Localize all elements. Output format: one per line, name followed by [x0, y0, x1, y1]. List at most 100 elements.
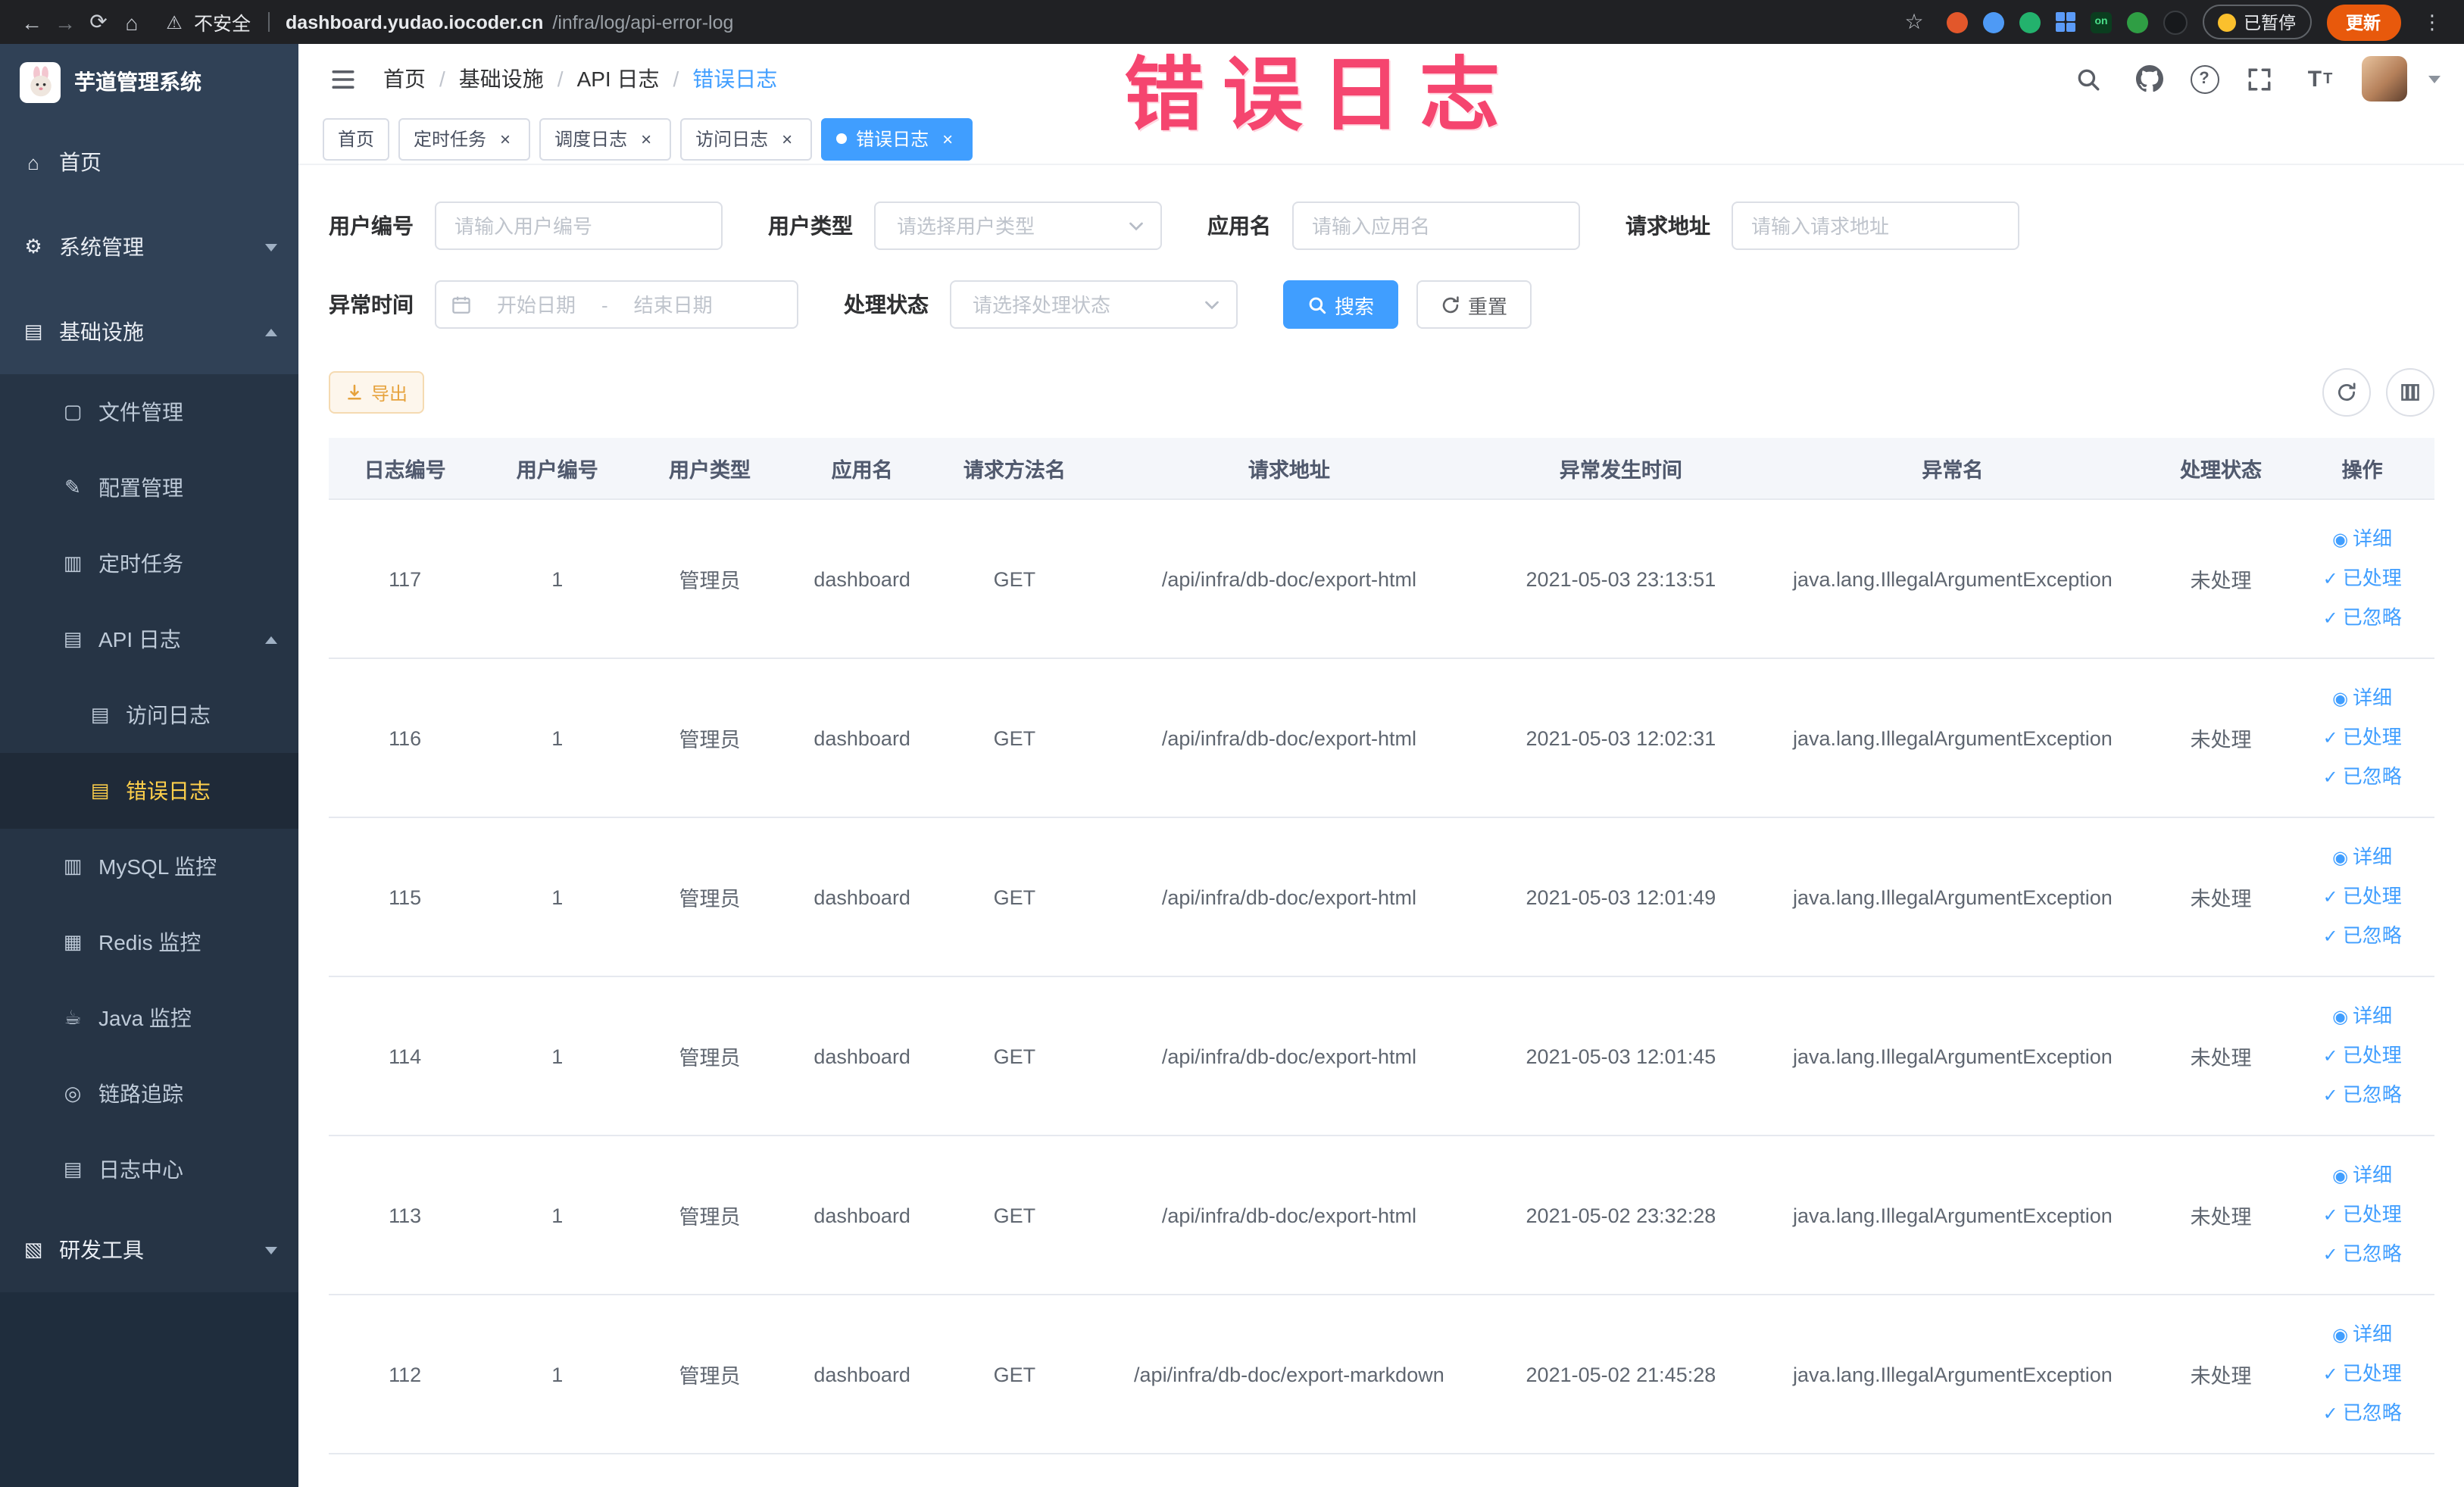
- cell-request-url: /api/infra/db-doc/export-html: [1090, 658, 1488, 818]
- browser-update-button[interactable]: 更新: [2326, 4, 2400, 40]
- extension-on-icon[interactable]: on: [2091, 11, 2112, 33]
- detail-link[interactable]: 详细: [2297, 520, 2428, 559]
- github-icon[interactable]: [2129, 59, 2169, 98]
- sidebar-item-system-management[interactable]: ⚙ 系统管理: [0, 205, 298, 289]
- cell-app-name: dashboard: [785, 976, 938, 1136]
- sidebar-item-file-management[interactable]: ▢ 文件管理: [0, 374, 298, 450]
- end-date-input[interactable]: [614, 292, 732, 317]
- browser-toolbar: 不安全 dashboard.yudao.iocoder.cn/infra/log…: [0, 0, 2464, 44]
- sidebar-item-infrastructure[interactable]: ▤ 基础设施: [0, 289, 298, 374]
- tab-error-log[interactable]: 错误日志: [821, 117, 973, 160]
- detail-link[interactable]: 详细: [2297, 997, 2428, 1036]
- mark-processed-link[interactable]: 已处理: [2297, 559, 2428, 598]
- extension-icon[interactable]: [2055, 11, 2075, 33]
- filter-exception-time: 异常时间 -: [329, 280, 798, 329]
- tab-access-log[interactable]: 访问日志: [680, 117, 813, 160]
- mark-ignored-link[interactable]: 已忽略: [2297, 1076, 2428, 1115]
- detail-link[interactable]: 详细: [2297, 1156, 2428, 1195]
- help-icon[interactable]: [2190, 64, 2219, 93]
- sidebar-item-home[interactable]: ⌂ 首页: [0, 120, 298, 205]
- url-bar[interactable]: 不安全 dashboard.yudao.iocoder.cn/infra/log…: [164, 5, 733, 39]
- refresh-table-button[interactable]: [2322, 368, 2370, 417]
- chevron-down-icon[interactable]: [2428, 75, 2440, 83]
- cell-user-type: 管理员: [633, 817, 786, 977]
- extension-icon[interactable]: [2127, 11, 2148, 33]
- request-url-input[interactable]: [1732, 201, 2019, 250]
- mark-processed-link[interactable]: 已处理: [2297, 718, 2428, 758]
- start-date-input[interactable]: [477, 292, 595, 317]
- extension-icon[interactable]: [2019, 11, 2040, 33]
- forward-icon[interactable]: [48, 5, 82, 39]
- detail-link[interactable]: 详细: [2297, 679, 2428, 718]
- reload-icon[interactable]: [82, 5, 115, 39]
- fullscreen-icon[interactable]: [2240, 59, 2279, 98]
- detail-link[interactable]: 详细: [2297, 838, 2428, 877]
- mark-ignored-link[interactable]: 已忽略: [2297, 917, 2428, 956]
- date-range-picker[interactable]: -: [435, 280, 798, 329]
- app-logo[interactable]: 芋道管理系统: [0, 44, 298, 120]
- sidebar-item-access-log[interactable]: ▤ 访问日志: [0, 677, 298, 753]
- mark-ignored-link[interactable]: 已忽略: [2297, 598, 2428, 638]
- user-id-input[interactable]: [435, 201, 723, 250]
- mark-processed-link[interactable]: 已处理: [2297, 877, 2428, 917]
- close-icon[interactable]: [495, 129, 515, 148]
- extension-icon[interactable]: [2163, 10, 2188, 34]
- sidebar-item-error-log[interactable]: ▤ 错误日志: [0, 753, 298, 829]
- collapse-sidebar-icon[interactable]: [323, 59, 362, 98]
- process-status-select[interactable]: [950, 280, 1238, 329]
- sidebar-item-scheduled-tasks[interactable]: ▥ 定时任务: [0, 526, 298, 601]
- sidebar-item-mysql-monitor[interactable]: ▥ MySQL 监控: [0, 829, 298, 904]
- table-row: 113 1 管理员 dashboard GET /api/infra/db-do…: [329, 1136, 2434, 1295]
- tab-home[interactable]: 首页: [323, 117, 390, 160]
- user-type-select-input[interactable]: [894, 213, 1127, 239]
- sidebar-item-dev-tools[interactable]: ▧ 研发工具: [0, 1207, 298, 1292]
- sidebar-item-config-management[interactable]: ✎ 配置管理: [0, 450, 298, 526]
- error-log-table: 日志编号 用户编号 用户类型 应用名 请求方法名 请求地址 异常发生时间 异常名…: [329, 438, 2434, 1454]
- detail-link[interactable]: 详细: [2297, 1315, 2428, 1354]
- mark-ignored-link[interactable]: 已忽略: [2297, 1235, 2428, 1274]
- filter-row-2: 异常时间 - 处理状态: [329, 280, 2434, 329]
- user-type-select[interactable]: [874, 201, 1162, 250]
- column-settings-button[interactable]: [2385, 368, 2434, 417]
- reset-button[interactable]: 重置: [1416, 280, 1532, 329]
- mark-ignored-link[interactable]: 已忽略: [2297, 758, 2428, 797]
- tab-dispatch-log[interactable]: 调度日志: [539, 117, 672, 160]
- avatar[interactable]: [2361, 56, 2406, 102]
- search-icon[interactable]: [2069, 59, 2108, 98]
- breadcrumb-item[interactable]: API 日志: [544, 64, 660, 94]
- sidebar-item-redis-monitor[interactable]: ▦ Redis 监控: [0, 904, 298, 980]
- process-status-select-input[interactable]: [970, 292, 1203, 317]
- extension-icon[interactable]: [1982, 11, 2003, 33]
- cell-app-name: dashboard: [785, 1136, 938, 1295]
- breadcrumb-item[interactable]: 首页: [383, 64, 426, 94]
- sidebar-item-java-monitor[interactable]: ☕ Java 监控: [0, 980, 298, 1056]
- back-icon[interactable]: [15, 5, 48, 39]
- sidebar-item-log-center[interactable]: ▤ 日志中心: [0, 1132, 298, 1207]
- tab-scheduled-tasks[interactable]: 定时任务: [398, 117, 531, 160]
- sidebar-item-trace[interactable]: ◎ 链路追踪: [0, 1056, 298, 1132]
- cell-exception-time: 2021-05-02 23:32:28: [1487, 1136, 1754, 1295]
- export-button[interactable]: 导出: [329, 371, 425, 414]
- sidebar-item-api-logs[interactable]: ▤ API 日志: [0, 601, 298, 677]
- mark-processed-link[interactable]: 已处理: [2297, 1036, 2428, 1076]
- mark-processed-link[interactable]: 已处理: [2297, 1195, 2428, 1235]
- search-button[interactable]: 搜索: [1283, 280, 1399, 329]
- mark-processed-link[interactable]: 已处理: [2297, 1354, 2428, 1394]
- browser-menu-icon[interactable]: [2416, 5, 2449, 39]
- font-size-icon[interactable]: [2300, 59, 2340, 98]
- sidebar-item-label: 访问日志: [126, 703, 211, 727]
- chevron-down-icon: [265, 243, 277, 251]
- mark-ignored-link[interactable]: 已忽略: [2297, 1394, 2428, 1433]
- bookmark-star-icon[interactable]: [1897, 5, 1931, 39]
- close-icon[interactable]: [938, 129, 957, 148]
- cell-method: GET: [938, 1136, 1091, 1295]
- browser-home-icon[interactable]: [115, 5, 148, 39]
- paused-extension-badge[interactable]: 已暂停: [2203, 5, 2311, 39]
- cell-log-id: 116: [329, 658, 482, 818]
- close-icon[interactable]: [777, 129, 797, 148]
- app-name-input[interactable]: [1292, 201, 1580, 250]
- breadcrumb-item[interactable]: 基础设施: [426, 64, 544, 94]
- close-icon[interactable]: [636, 129, 656, 148]
- extension-icon[interactable]: [1946, 11, 1967, 33]
- header-actions: [2069, 56, 2440, 102]
